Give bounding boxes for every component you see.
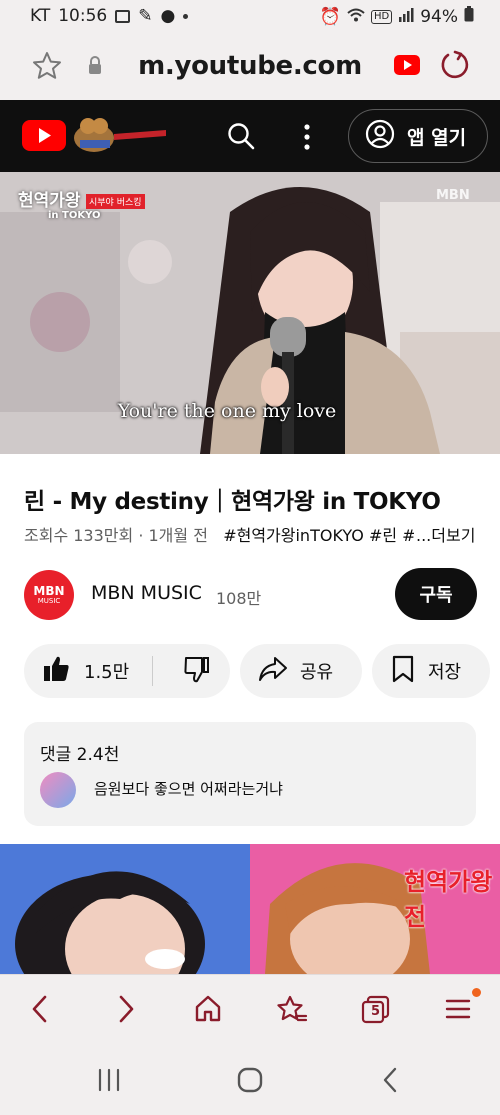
- share-label: 공유: [300, 662, 334, 683]
- bookmark-icon: [392, 655, 414, 688]
- upload-age: 1개월 전: [148, 526, 208, 545]
- clock: 10:56: [58, 6, 108, 26]
- thumbs-up-icon: [42, 655, 70, 688]
- url-text[interactable]: m.youtube.com: [0, 51, 500, 81]
- show-tag: 시부야 버스킹: [86, 194, 145, 209]
- subscribe-button[interactable]: 구독: [395, 568, 477, 620]
- video-meta[interactable]: 조회수 133만회 · 1개월 전 #현역가왕inTOKYO #린 #: [24, 522, 414, 546]
- thumbs-down-icon: [183, 655, 211, 688]
- home-nav-icon[interactable]: [236, 1066, 264, 1098]
- youtube-app-icon[interactable]: [394, 55, 420, 79]
- comments-header: 댓글 2.4천: [40, 745, 120, 765]
- video-title[interactable]: 린 - My destiny｜현역가왕 in TOKYO: [24, 482, 441, 516]
- chat-icon: ●: [160, 6, 176, 26]
- channel-name[interactable]: MBN MUSIC: [91, 582, 202, 604]
- system-nav-bar: [0, 1044, 500, 1115]
- avatar-text: MBN: [33, 583, 65, 598]
- reload-icon[interactable]: [438, 49, 470, 85]
- hashtags[interactable]: #현역가왕inTOKYO #린 #: [223, 526, 414, 545]
- channel-watermark: MBN: [436, 188, 470, 203]
- back-button[interactable]: [20, 989, 60, 1029]
- like-button[interactable]: 1.5만: [24, 644, 152, 698]
- more-notifications-icon: [183, 13, 189, 19]
- search-icon[interactable]: [226, 121, 256, 155]
- bookmarks-star-icon: [277, 995, 308, 1022]
- save-button[interactable]: 저장: [372, 644, 490, 698]
- avatar-subtext: MUSIC: [37, 596, 61, 605]
- alarm-icon: ⏰: [319, 6, 341, 27]
- more-link[interactable]: ...더보기: [416, 522, 475, 546]
- doodle-logo[interactable]: [70, 110, 170, 160]
- browser-toolbar: 5: [0, 974, 500, 1044]
- open-app-button[interactable]: 앱 열기: [348, 109, 488, 163]
- share-button[interactable]: 공유: [240, 644, 362, 698]
- carrier: KT: [30, 6, 51, 26]
- show-logo-sub: in TOKYO: [48, 210, 101, 221]
- tab-count: 5: [371, 1004, 381, 1019]
- signal-icon: [398, 7, 414, 27]
- browser-url-bar: m.youtube.com: [0, 34, 500, 100]
- gallery-icon: [115, 9, 131, 23]
- more-options-icon[interactable]: [302, 123, 312, 155]
- menu-notification-dot: [472, 988, 481, 997]
- hamburger-menu-icon: [445, 999, 471, 1019]
- first-comment: 음원보다 좋으면 어쩌라는거냐: [94, 780, 283, 798]
- commenter-avatar: [40, 772, 76, 808]
- save-label: 저장: [428, 662, 462, 683]
- notification-icon: ✎: [138, 6, 153, 26]
- share-icon: [258, 656, 288, 687]
- pill-divider: [152, 656, 153, 686]
- subscriber-count: 108만: [216, 589, 262, 608]
- status-bar: KT 10:56 ✎ ● ⏰ HD 94%: [0, 0, 500, 34]
- wifi-icon: [347, 7, 365, 27]
- bookmarks-button[interactable]: [272, 989, 312, 1029]
- back-arrow-icon: [32, 995, 47, 1023]
- youtube-logo[interactable]: [22, 120, 66, 155]
- battery-level: 94%: [420, 6, 458, 27]
- home-icon: [195, 995, 221, 1022]
- video-subtitle: You're the one my love: [117, 400, 337, 422]
- hd-badge: HD: [370, 9, 393, 24]
- forward-arrow-icon: [119, 995, 134, 1023]
- view-count: 조회수 133만회: [24, 526, 134, 545]
- dislike-button[interactable]: [164, 644, 230, 698]
- comments-panel[interactable]: 댓글 2.4천 음원보다 좋으면 어쩌라는거냐: [24, 722, 476, 826]
- home-button[interactable]: [188, 989, 228, 1029]
- youtube-header: 앱 열기: [0, 100, 500, 172]
- next-video-thumbnail[interactable]: 현역가왕전: [0, 844, 500, 974]
- open-app-label: 앱 열기: [407, 126, 467, 149]
- back-nav-icon[interactable]: [380, 1066, 400, 1098]
- tabs-button[interactable]: 5: [356, 989, 396, 1029]
- battery-icon: [464, 6, 474, 27]
- account-icon: [365, 119, 395, 154]
- recent-apps-icon[interactable]: [97, 1068, 121, 1096]
- like-count: 1.5만: [84, 662, 130, 683]
- video-player[interactable]: 현역가왕 in TOKYO 시부야 버스킹 MBN You're the one…: [0, 172, 500, 454]
- next-video-logo: 현역가왕전: [404, 868, 493, 931]
- channel-avatar[interactable]: MBN MUSIC: [24, 570, 74, 620]
- menu-button[interactable]: [438, 988, 481, 1029]
- like-dislike-pill: 1.5만: [24, 644, 230, 698]
- forward-button[interactable]: [106, 989, 146, 1029]
